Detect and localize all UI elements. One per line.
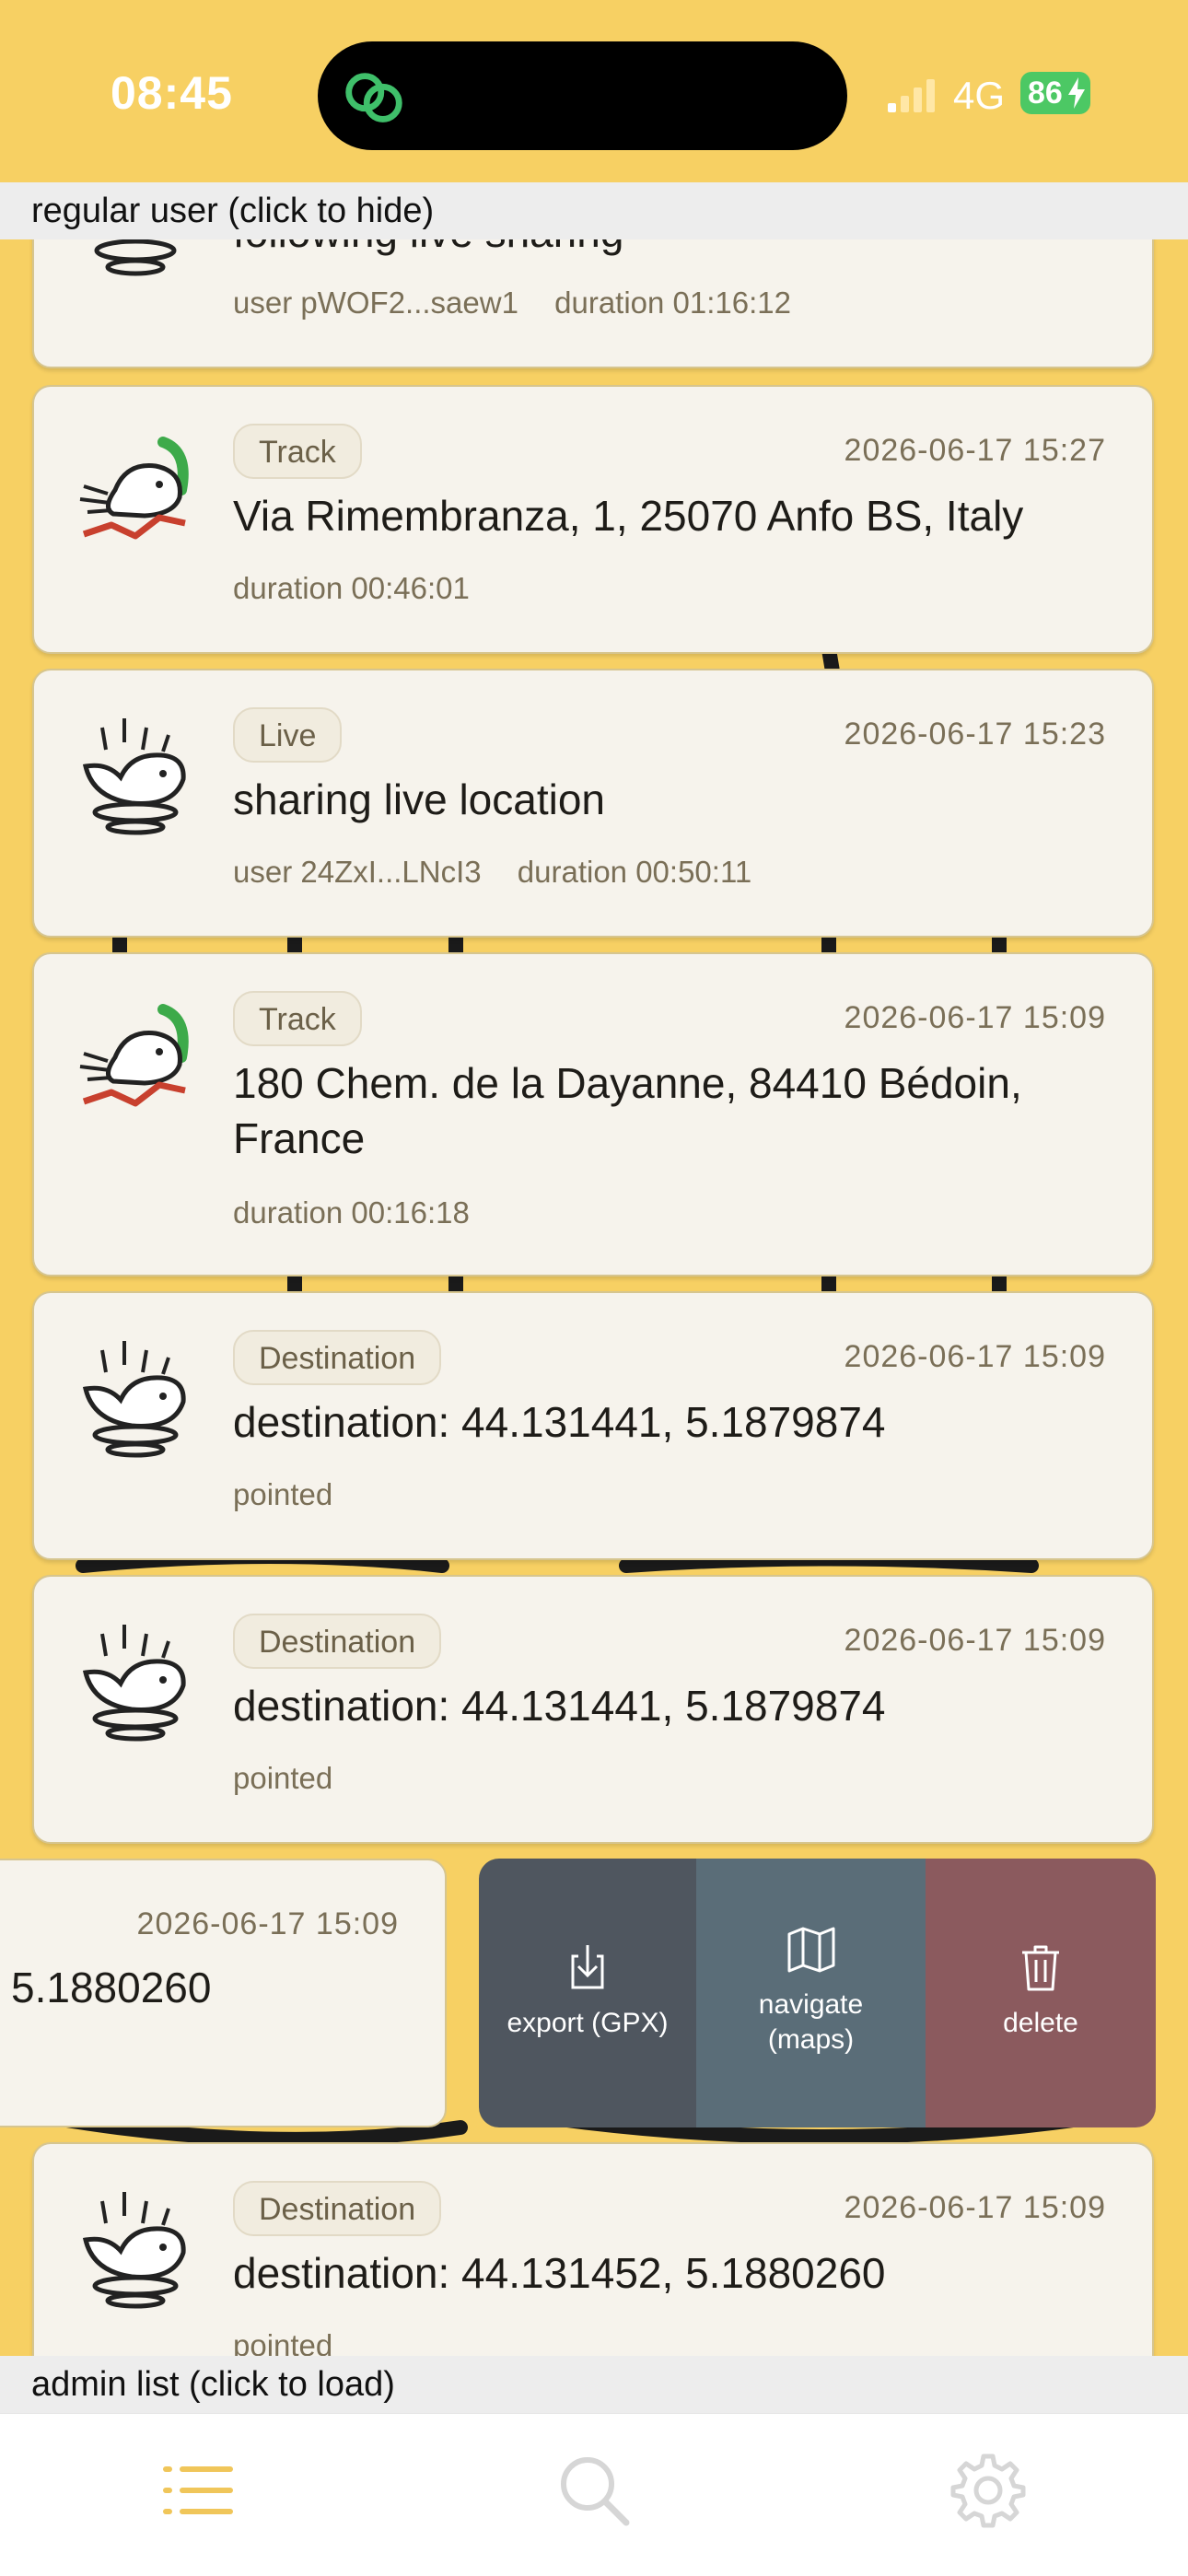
- item-duration: duration 00:46:01: [233, 571, 470, 605]
- type-chip: Track: [233, 991, 362, 1046]
- list-item[interactable]: following live sharing user pWOF2...saew…: [32, 239, 1154, 368]
- item-meta: duration 00:46:01: [233, 571, 470, 606]
- navigate-label: navigate (maps): [758, 1989, 864, 2055]
- item-status: pointed: [233, 1477, 333, 1511]
- item-title: destination: 44.131441, 5.1879874: [233, 1682, 886, 1730]
- type-chip: Track: [233, 424, 362, 479]
- item-title: following live sharing: [233, 239, 1106, 260]
- delete-button[interactable]: delete: [926, 1859, 1156, 2127]
- regular-user-banner[interactable]: regular user (click to hide): [0, 182, 1188, 239]
- item-title: Via Rimembranza, 1, 25070 Anfo BS, Italy: [233, 492, 1024, 540]
- item-meta: pointed: [233, 1761, 332, 1796]
- item-date: 2026-06-17 15:09: [844, 1000, 1106, 1035]
- item-title: destination: 44.131441, 5.1879874: [233, 1398, 886, 1446]
- list-item[interactable]: Destination 2026-06-17 15:09 destination…: [32, 1575, 1154, 1844]
- trash-icon: [1022, 1945, 1059, 1991]
- list-item[interactable]: Track 2026-06-17 15:27 Via Rimembranza, …: [32, 385, 1154, 654]
- item-meta: pointed: [233, 1477, 332, 1512]
- item-date: 2026-06-17 15:09: [136, 1906, 399, 1941]
- item-user: user pWOF2...saew1: [233, 286, 518, 320]
- whale-splash-icon: [94, 239, 177, 276]
- navigate-maps-button[interactable]: navigate (maps): [696, 1859, 926, 2127]
- type-chip: Destination: [233, 1614, 442, 1669]
- battery-level: 86: [1028, 76, 1063, 111]
- list-item[interactable]: Live 2026-06-17 15:23 sharing live locat…: [32, 669, 1154, 938]
- item-title: 5.1880260: [11, 1964, 212, 2011]
- whale-splash-icon: [82, 1341, 186, 1458]
- search-icon[interactable]: [553, 2449, 635, 2532]
- delete-label: delete: [1003, 2008, 1078, 2038]
- item-title: 180 Chem. de la Dayanne, 84410 Bédoin, F…: [233, 1059, 1022, 1162]
- item-meta: duration 00:16:18: [233, 1195, 470, 1230]
- item-date: 2026-06-17 15:09: [844, 1623, 1106, 1658]
- tab-bar: [0, 2413, 1188, 2576]
- download-icon: [571, 1945, 604, 1989]
- item-status: pointed: [233, 1761, 333, 1795]
- item-duration: duration 01:16:12: [554, 286, 792, 320]
- swipe-actions: export (GPX) navigate (maps) delete: [479, 1859, 1156, 2127]
- export-gpx-button[interactable]: export (GPX): [479, 1859, 696, 2127]
- export-label: export (GPX): [507, 2008, 669, 2038]
- link-rings-icon: [345, 73, 402, 122]
- item-duration: duration 00:50:11: [517, 855, 752, 889]
- battery-indicator: 86: [1020, 72, 1090, 114]
- item-duration: duration 00:16:18: [233, 1195, 470, 1230]
- item-status: pointed: [233, 2328, 333, 2356]
- item-user: user 24ZxI...LNcI3: [233, 855, 482, 889]
- item-meta: user 24ZxI...LNcI3 duration 00:50:11: [233, 855, 751, 890]
- item-title: destination: 44.131452, 5.1880260: [233, 2249, 886, 2297]
- whale-splash-icon: [82, 718, 186, 835]
- signal-strength-icon: [888, 79, 935, 112]
- history-list[interactable]: following live sharing user pWOF2...saew…: [0, 239, 1188, 2356]
- network-type: 4G: [953, 74, 1006, 117]
- whale-splash-icon: [82, 2192, 186, 2309]
- list-item[interactable]: Destination 2026-06-17 15:09 destination…: [32, 2142, 1154, 2356]
- status-bar: 08:45 4G 86: [0, 0, 1188, 184]
- type-chip: Destination: [233, 1330, 442, 1385]
- whale-track-icon: [79, 437, 189, 540]
- list-item[interactable]: Track 2026-06-17 15:09 180 Chem. de la D…: [32, 952, 1154, 1276]
- admin-list-banner[interactable]: admin list (click to load): [0, 2356, 1188, 2413]
- charging-bolt-icon: [1068, 77, 1085, 109]
- status-time: 08:45: [111, 67, 233, 119]
- item-date: 2026-06-17 15:23: [844, 717, 1106, 752]
- type-chip: Destination: [233, 2181, 442, 2236]
- item-meta: pointed: [233, 2328, 332, 2356]
- map-icon: [787, 1927, 834, 1973]
- swiped-list-item[interactable]: 2026-06-17 15:09 5.1880260: [0, 1859, 447, 2127]
- type-chip: Live: [233, 707, 343, 763]
- list-item[interactable]: Destination 2026-06-17 15:09 destination…: [32, 1291, 1154, 1560]
- gear-icon[interactable]: [947, 2449, 1030, 2532]
- item-date: 2026-06-17 15:09: [844, 1339, 1106, 1374]
- list-icon[interactable]: [157, 2449, 239, 2532]
- dynamic-island: [318, 41, 847, 150]
- whale-splash-icon: [82, 1625, 186, 1742]
- item-title: sharing live location: [233, 775, 606, 823]
- whale-track-icon: [79, 1004, 189, 1107]
- item-date: 2026-06-17 15:09: [844, 2190, 1106, 2225]
- item-meta: user pWOF2...saew1 duration 01:16:12: [233, 286, 791, 321]
- item-date: 2026-06-17 15:27: [844, 433, 1106, 468]
